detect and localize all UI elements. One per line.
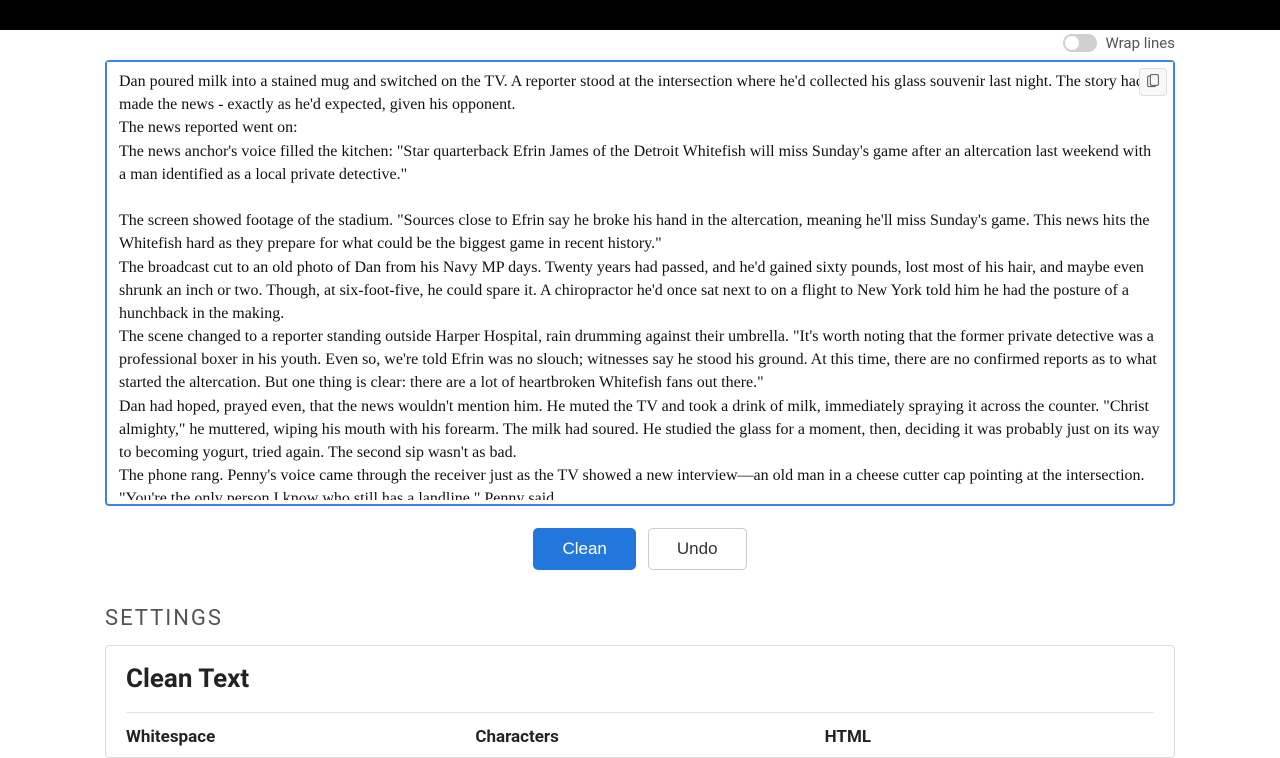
column-heading-characters: Characters <box>475 727 804 747</box>
main-textarea[interactable] <box>107 62 1173 500</box>
column-heading-whitespace: Whitespace <box>126 727 455 747</box>
settings-columns: Whitespace Characters HTML <box>126 712 1154 747</box>
button-row: Clean Undo <box>105 506 1175 598</box>
clean-button[interactable]: Clean <box>533 528 635 570</box>
top-black-bar <box>0 0 1280 30</box>
wrap-lines-toggle[interactable] <box>1063 34 1097 52</box>
undo-button[interactable]: Undo <box>648 528 747 570</box>
column-whitespace: Whitespace <box>126 727 455 747</box>
text-input-wrapper <box>105 60 1175 506</box>
column-characters: Characters <box>475 727 804 747</box>
wrap-lines-label: Wrap lines <box>1105 34 1175 52</box>
settings-panel: Clean Text Whitespace Characters HTML <box>105 645 1175 758</box>
toolbar-top: Wrap lines <box>105 30 1175 60</box>
column-html: HTML <box>825 727 1154 747</box>
column-heading-html: HTML <box>825 727 1154 747</box>
clipboard-icon <box>1145 72 1161 92</box>
copy-button[interactable] <box>1139 68 1167 96</box>
settings-heading: Settings <box>105 606 1175 631</box>
panel-title: Clean Text <box>126 664 1154 694</box>
